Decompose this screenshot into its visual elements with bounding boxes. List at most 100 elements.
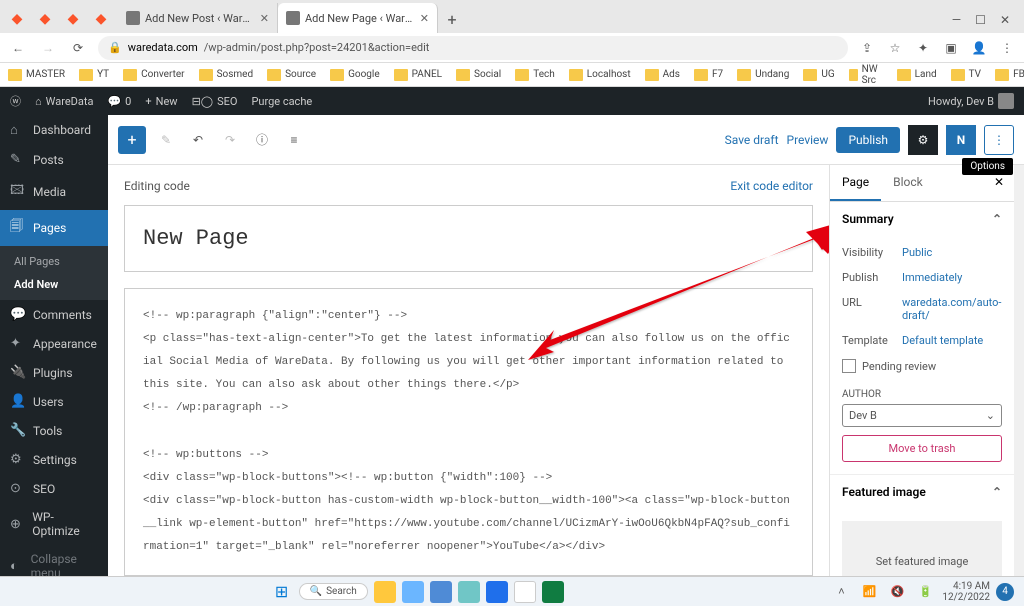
reader-icon[interactable]: ▣	[942, 39, 960, 57]
sidebar-item-seo[interactable]: ⊙SEO	[0, 474, 108, 503]
minimize-button[interactable]: —	[952, 13, 961, 27]
bookmark-item[interactable]: Converter	[123, 69, 184, 81]
new-tab-button[interactable]: +	[438, 5, 466, 33]
visibility-value[interactable]: Public	[902, 246, 1002, 259]
submenu-add-new[interactable]: Add New	[0, 273, 108, 296]
submenu-all-pages[interactable]: All Pages	[0, 250, 108, 273]
seo-menu[interactable]: ⊟◯SEO	[192, 95, 238, 108]
taskbar-app[interactable]	[374, 581, 396, 603]
title-input-box[interactable]: New Page	[124, 205, 813, 272]
bookmark-item[interactable]: Social	[456, 69, 501, 81]
close-window-button[interactable]: ✕	[1000, 13, 1010, 27]
purge-cache[interactable]: Purge cache	[251, 95, 312, 108]
bookmark-item[interactable]: Land	[897, 69, 937, 81]
taskbar-app[interactable]	[402, 581, 424, 603]
forward-button[interactable]: →	[38, 38, 58, 58]
page-title[interactable]: New Page	[143, 226, 794, 251]
notification-count[interactable]: 4	[996, 583, 1014, 601]
sidebar-item-comments[interactable]: 💬Comments	[0, 300, 108, 329]
bookmark-item[interactable]: Ads	[645, 69, 680, 81]
bookmark-item[interactable]: Tech	[515, 69, 555, 81]
taskbar-app[interactable]	[458, 581, 480, 603]
author-select[interactable]: Dev B⌄	[842, 404, 1002, 427]
summary-header[interactable]: Summary⌃	[830, 202, 1014, 236]
bookmark-item[interactable]: Source	[267, 69, 316, 81]
sidebar-item-settings[interactable]: ⚙Settings	[0, 445, 108, 474]
bookmark-item[interactable]: PANEL	[394, 69, 442, 81]
reload-button[interactable]: ⟳	[68, 38, 88, 58]
bookmark-item[interactable]: NW Src	[849, 64, 883, 86]
url-value[interactable]: waredata.com/auto-draft/	[902, 296, 1002, 322]
exit-code-editor-link[interactable]: Exit code editor	[730, 179, 813, 193]
bookmark-item[interactable]: Localhost	[569, 69, 631, 81]
wp-logo[interactable]: ⓦ	[10, 93, 21, 109]
publish-button[interactable]: Publish	[836, 127, 900, 153]
howdy-user[interactable]: Howdy, Dev B	[928, 93, 1014, 109]
redo-button[interactable]: ↷	[218, 128, 242, 152]
start-button[interactable]: ⊞	[271, 581, 293, 603]
share-icon[interactable]: ⇪	[858, 39, 876, 57]
code-editor-textarea[interactable]: <!-- wp:paragraph {"align":"center"} -->…	[124, 288, 813, 576]
brave-icon[interactable]: ◆	[6, 8, 28, 30]
publish-value[interactable]: Immediately	[902, 271, 1002, 284]
url-field[interactable]: 🔒 waredata.com/wp-admin/post.php?post=24…	[98, 36, 848, 60]
close-tab-icon[interactable]: ✕	[260, 12, 269, 25]
sidebar-item-appearance[interactable]: ✦Appearance	[0, 329, 108, 358]
save-draft-button[interactable]: Save draft	[725, 133, 779, 147]
sidebar-item-wpoptimize[interactable]: ⊕WP-Optimize	[0, 503, 108, 545]
brave-icon[interactable]: ◆	[62, 8, 84, 30]
settings-gear-button[interactable]: ⚙	[908, 125, 938, 155]
template-value[interactable]: Default template	[902, 334, 1002, 347]
taskbar-app[interactable]	[486, 581, 508, 603]
site-name[interactable]: ⌂WareData	[35, 95, 93, 108]
sidebar-collapse[interactable]: ◐Collapse menu	[0, 545, 108, 576]
bookmark-item[interactable]: F7	[694, 69, 723, 81]
sidebar-item-posts[interactable]: ✎Posts	[0, 145, 108, 174]
checkbox-icon[interactable]	[842, 359, 856, 373]
taskbar-clock[interactable]: 4:19 AM12/2/2022	[942, 581, 990, 603]
brave-icon[interactable]: ◆	[34, 8, 56, 30]
tray-chevron-icon[interactable]: ˄	[830, 581, 852, 603]
sidebar-item-tools[interactable]: 🔧Tools	[0, 416, 108, 445]
back-button[interactable]: ←	[8, 38, 28, 58]
bookmark-item[interactable]: YT	[79, 69, 109, 81]
bookmark-item[interactable]: UG	[803, 69, 834, 81]
extension-icon[interactable]: ✦	[914, 39, 932, 57]
scrollbar[interactable]	[1014, 165, 1024, 576]
info-button[interactable]: ⓘ	[250, 128, 274, 152]
bookmark-item[interactable]: TV	[951, 69, 981, 81]
outline-button[interactable]: ≡	[282, 128, 306, 152]
featured-image-header[interactable]: Featured image⌃	[830, 475, 1014, 509]
close-tab-icon[interactable]: ✕	[420, 12, 429, 25]
bookmark-item[interactable]: Google	[330, 69, 380, 81]
edit-icon[interactable]: ✎	[154, 128, 178, 152]
taskbar-app[interactable]	[430, 581, 452, 603]
battery-icon[interactable]: 🔋	[914, 581, 936, 603]
add-block-button[interactable]: +	[118, 126, 146, 154]
options-button[interactable]: ⋮ Options	[984, 125, 1014, 155]
sidebar-item-dashboard[interactable]: ⌂Dashboard	[0, 115, 108, 145]
bookmark-item[interactable]: Sosmed	[199, 69, 254, 81]
bookmark-item[interactable]: MASTER	[8, 69, 65, 81]
taskbar-app[interactable]	[514, 581, 536, 603]
bookmark-item[interactable]: FB	[995, 69, 1024, 81]
preview-button[interactable]: Preview	[787, 133, 829, 147]
speaker-icon[interactable]: 🔇	[886, 581, 908, 603]
browser-tab[interactable]: Add New Post ‹ WareData — Wo ✕	[118, 3, 278, 33]
menu-icon[interactable]: ⋮	[998, 39, 1016, 57]
browser-tab-active[interactable]: Add New Page ‹ WareData — Wo ✕	[278, 3, 438, 33]
move-to-trash-button[interactable]: Move to trash	[842, 435, 1002, 462]
maximize-button[interactable]: ☐	[975, 13, 986, 27]
taskbar-search[interactable]: 🔍Search	[299, 583, 368, 600]
comments-count[interactable]: 💬0	[107, 95, 131, 108]
sidebar-item-users[interactable]: 👤Users	[0, 387, 108, 416]
bookmark-item[interactable]: Undang	[737, 69, 789, 81]
star-icon[interactable]: ☆	[886, 39, 904, 57]
tab-page[interactable]: Page	[830, 165, 881, 201]
tab-block[interactable]: Block	[881, 165, 935, 201]
n-plugin-button[interactable]: N	[946, 125, 976, 155]
taskbar-app[interactable]	[542, 581, 564, 603]
sidebar-item-media[interactable]: 🖾Media	[0, 174, 108, 210]
pending-review-checkbox[interactable]: Pending review	[842, 353, 1002, 379]
set-featured-image-button[interactable]: Set featured image	[842, 521, 1002, 576]
